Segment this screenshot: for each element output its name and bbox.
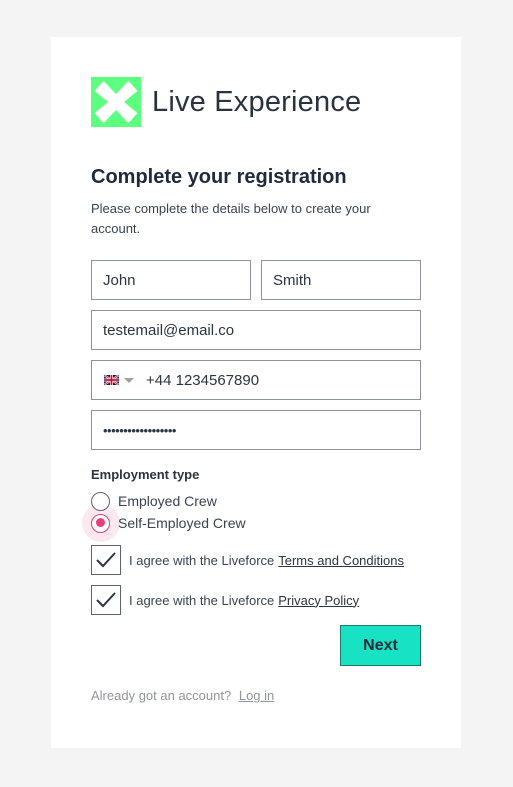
email-value: testemail@email.co bbox=[103, 321, 235, 339]
terms-agreement[interactable]: I agree with the Liveforce Terms and Con… bbox=[91, 545, 404, 575]
privacy-agreement[interactable]: I agree with the Liveforce Privacy Polic… bbox=[91, 585, 359, 615]
login-link[interactable]: Log in bbox=[239, 688, 274, 703]
checkmark-icon bbox=[96, 592, 116, 608]
login-prompt: Already got an account? Log in bbox=[91, 688, 274, 703]
page-subtitle: Please complete the details below to cre… bbox=[91, 201, 371, 236]
page-title: Complete your registration bbox=[91, 166, 347, 188]
privacy-text: I agree with the Liveforce bbox=[129, 592, 275, 608]
checkmark-icon bbox=[96, 552, 116, 568]
last-name-field[interactable]: Smith bbox=[261, 260, 421, 300]
terms-link[interactable]: Terms and Conditions bbox=[278, 553, 404, 568]
radio-self-employed-crew[interactable]: Self-Employed Crew bbox=[91, 513, 246, 533]
privacy-checkbox[interactable] bbox=[91, 585, 121, 615]
chevron-down-icon[interactable] bbox=[124, 378, 134, 383]
radio-button-selected[interactable] bbox=[91, 513, 110, 533]
radio-label: Employed Crew bbox=[118, 493, 217, 509]
password-field[interactable]: •••••••••••••••••• bbox=[91, 410, 421, 450]
first-name-value: John bbox=[103, 271, 136, 289]
brand-logo: Live Experience bbox=[91, 77, 361, 127]
next-button[interactable]: Next bbox=[340, 625, 421, 666]
radio-employed-crew[interactable]: Employed Crew bbox=[91, 491, 217, 511]
password-value: •••••••••••••••••• bbox=[103, 422, 176, 438]
radio-button[interactable] bbox=[91, 491, 110, 511]
radio-label: Self-Employed Crew bbox=[118, 515, 246, 531]
brand-name: Live Experience bbox=[152, 85, 362, 118]
employment-type-label: Employment type bbox=[91, 467, 200, 482]
privacy-link[interactable]: Privacy Policy bbox=[278, 593, 359, 608]
uk-flag-icon[interactable] bbox=[104, 375, 119, 385]
email-field[interactable]: testemail@email.co bbox=[91, 310, 421, 350]
x-logo-icon bbox=[91, 77, 141, 127]
registration-card: Live Experience Complete your registrati… bbox=[51, 37, 461, 748]
terms-text: I agree with the Liveforce bbox=[129, 552, 275, 568]
first-name-field[interactable]: John bbox=[91, 260, 251, 300]
last-name-value: Smith bbox=[273, 271, 312, 289]
phone-value: +44 1234567890 bbox=[146, 371, 260, 389]
terms-checkbox[interactable] bbox=[91, 545, 121, 575]
phone-field[interactable]: +44 1234567890 bbox=[91, 360, 421, 400]
login-prompt-text: Already got an account? bbox=[91, 688, 232, 703]
